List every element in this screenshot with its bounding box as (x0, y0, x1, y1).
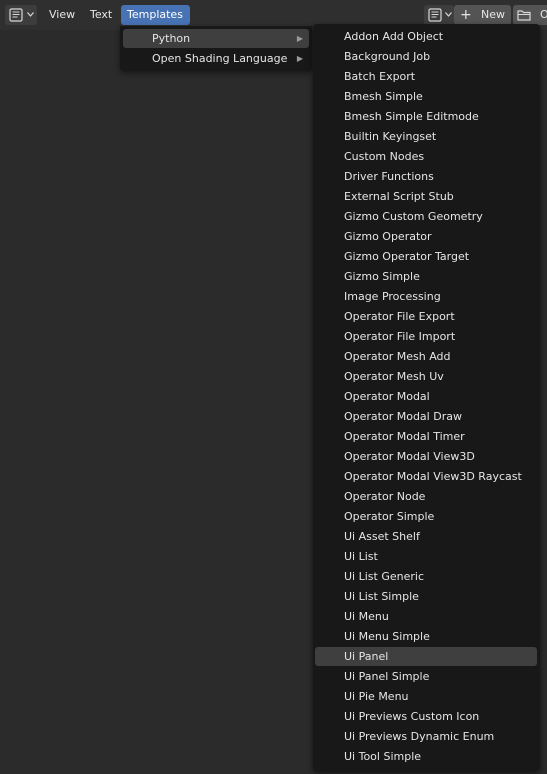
template-item-label: Operator File Import (344, 330, 456, 343)
template-item-highlighted[interactable]: Ui Panel (315, 647, 537, 666)
template-item[interactable]: Ui List (315, 547, 537, 566)
template-item[interactable]: External Script Stub (315, 187, 537, 206)
template-item[interactable]: Operator Modal View3D Raycast (315, 467, 537, 486)
template-item[interactable]: Custom Nodes (315, 147, 537, 166)
template-item[interactable]: Background Job (315, 47, 537, 66)
template-item[interactable]: Driver Functions (315, 167, 537, 186)
template-item[interactable]: Operator Node (315, 487, 537, 506)
template-item[interactable]: Gizmo Operator Target (315, 247, 537, 266)
template-item-label: Addon Add Object (344, 30, 444, 43)
templates-menu: Python ▶ Open Shading Language ▶ (120, 26, 312, 71)
template-item-label: Ui Menu (344, 610, 389, 623)
template-item-label: Bmesh Simple Editmode (344, 110, 479, 123)
template-item[interactable]: Addon Add Object (315, 27, 537, 46)
open-button-label: O (540, 8, 547, 21)
new-button-label: New (481, 8, 505, 21)
triangle-right-icon: ▶ (296, 34, 303, 43)
menu-templates[interactable]: Templates (121, 5, 190, 25)
text-editor-icon (9, 8, 23, 22)
template-item[interactable]: Operator Modal (315, 387, 537, 406)
template-item-label: Operator Simple (344, 510, 435, 523)
template-item[interactable]: Operator Mesh Add (315, 347, 537, 366)
template-item[interactable]: Ui List Generic (315, 567, 537, 586)
template-item[interactable]: Bmesh Simple (315, 87, 537, 106)
template-item-label: Operator Modal View3D (344, 450, 475, 463)
text-datablock-selector[interactable] (424, 5, 454, 25)
new-text-button[interactable]: + New (454, 5, 511, 25)
open-text-button[interactable]: O (513, 5, 547, 25)
template-item-label: Bmesh Simple (344, 90, 423, 103)
template-item[interactable]: Bmesh Simple Editmode (315, 107, 537, 126)
template-item-label: Ui Pie Menu (344, 690, 409, 703)
template-item-label: Ui List Generic (344, 570, 424, 583)
submenu-item-python[interactable]: Python ▶ (123, 29, 309, 48)
template-item-label: Ui List Simple (344, 590, 419, 603)
template-item-label: Gizmo Custom Geometry (344, 210, 483, 223)
python-templates-menu: Addon Add Object Background Job Batch Ex… (313, 24, 540, 771)
template-item-label: Operator Node (344, 490, 426, 503)
template-item[interactable]: Operator Mesh Uv (315, 367, 537, 386)
chevron-down-icon (27, 12, 34, 17)
folder-icon (517, 10, 531, 21)
template-item-label: External Script Stub (344, 190, 454, 203)
template-item[interactable]: Builtin Keyingset (315, 127, 537, 146)
template-item[interactable]: Ui Previews Dynamic Enum (315, 727, 537, 746)
template-item[interactable]: Operator Modal Draw (315, 407, 537, 426)
template-item-label: Operator Modal Timer (344, 430, 465, 443)
template-item[interactable]: Ui Asset Shelf (315, 527, 537, 546)
template-item[interactable]: Operator Modal Timer (315, 427, 537, 446)
template-item-label: Batch Export (344, 70, 416, 83)
template-item[interactable]: Ui Panel Simple (315, 667, 537, 686)
template-item[interactable]: Ui Tool Simple (315, 747, 537, 766)
triangle-right-icon: ▶ (296, 54, 303, 63)
template-item-label: Operator Modal View3D Raycast (344, 470, 522, 483)
template-item[interactable]: Ui Previews Custom Icon (315, 707, 537, 726)
submenu-item-label: Open Shading Language (152, 52, 288, 65)
template-item-label: Ui Previews Custom Icon (344, 710, 480, 723)
plus-icon: + (460, 7, 472, 23)
template-item[interactable]: Gizmo Custom Geometry (315, 207, 537, 226)
template-item-label: Gizmo Operator Target (344, 250, 470, 263)
template-item-label: Operator Mesh Add (344, 350, 451, 363)
template-item[interactable]: Gizmo Operator (315, 227, 537, 246)
menu-text[interactable]: Text (84, 5, 118, 25)
template-item-label: Ui Asset Shelf (344, 530, 420, 543)
template-item-label: Image Processing (344, 290, 441, 303)
template-item-label: Operator File Export (344, 310, 455, 323)
template-item-label: Background Job (344, 50, 431, 63)
template-item-label: Ui Previews Dynamic Enum (344, 730, 495, 743)
template-item-label: Gizmo Simple (344, 270, 420, 283)
template-item[interactable]: Operator Modal View3D (315, 447, 537, 466)
template-item-label: Ui List (344, 550, 378, 563)
template-item-label: Operator Mesh Uv (344, 370, 444, 383)
template-item[interactable]: Batch Export (315, 67, 537, 86)
template-item[interactable]: Image Processing (315, 287, 537, 306)
template-item[interactable]: Ui Menu (315, 607, 537, 626)
editor-type-selector[interactable] (5, 5, 37, 25)
template-item[interactable]: Ui Pie Menu (315, 687, 537, 706)
chevron-down-icon (445, 12, 452, 17)
template-item[interactable]: Operator Simple (315, 507, 537, 526)
submenu-item-label: Python (152, 32, 191, 45)
text-editor-icon (428, 8, 442, 22)
template-item-label: Ui Menu Simple (344, 630, 430, 643)
menu-view[interactable]: View (43, 5, 81, 25)
template-item-label: Custom Nodes (344, 150, 425, 163)
template-item-label: Ui Panel Simple (344, 670, 430, 683)
template-item[interactable]: Ui List Simple (315, 587, 537, 606)
template-item[interactable]: Operator File Export (315, 307, 537, 326)
template-item-label: Ui Panel (344, 650, 389, 663)
template-item[interactable]: Gizmo Simple (315, 267, 537, 286)
template-item-label: Ui Tool Simple (344, 750, 422, 763)
template-item-label: Builtin Keyingset (344, 130, 437, 143)
template-item-label: Gizmo Operator (344, 230, 432, 243)
submenu-item-open-shading-language[interactable]: Open Shading Language ▶ (123, 49, 309, 68)
template-item[interactable]: Operator File Import (315, 327, 537, 346)
template-item[interactable]: Ui Menu Simple (315, 627, 537, 646)
template-item-label: Operator Modal Draw (344, 410, 462, 423)
template-item-label: Operator Modal (344, 390, 430, 403)
template-item-label: Driver Functions (344, 170, 434, 183)
